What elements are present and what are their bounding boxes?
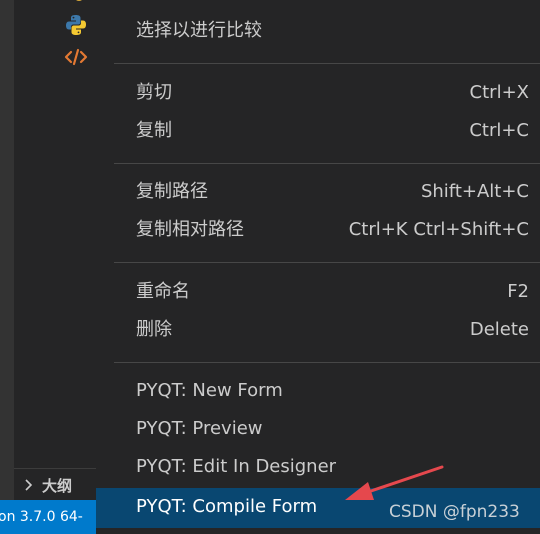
menu-item-label: 选择以进行比较 bbox=[136, 20, 262, 41]
chevron-right-icon bbox=[25, 479, 33, 491]
menu-item-shortcut: Ctrl+X bbox=[469, 82, 529, 103]
vscode-window: 大纲 on 3.7.0 64- 选择以进行比较 剪切 Ctrl+X 复制 Ctr… bbox=[0, 0, 540, 534]
menu-item-shortcut: F2 bbox=[507, 281, 529, 302]
menu-item-copy[interactable]: 复制 Ctrl+C bbox=[96, 112, 540, 150]
menu-item-rename[interactable]: 重命名 F2 bbox=[96, 273, 540, 311]
python-interpreter-status[interactable]: on 3.7.0 64- bbox=[0, 500, 96, 534]
menu-item-label: 剪切 bbox=[136, 82, 172, 103]
menu-item-label: 复制 bbox=[136, 120, 172, 141]
menu-item-delete[interactable]: 删除 Delete bbox=[96, 311, 540, 349]
menu-item-label: PYQT: New Form bbox=[136, 380, 283, 401]
menu-item-label: 重命名 bbox=[136, 281, 190, 302]
menu-separator bbox=[114, 163, 540, 164]
menu-item-shortcut: Delete bbox=[469, 319, 529, 340]
python-file-icon[interactable] bbox=[64, 14, 88, 36]
menu-separator bbox=[114, 63, 540, 64]
menu-item-pyqt-edit-in-designer[interactable]: PYQT: Edit In Designer bbox=[96, 448, 540, 486]
menu-item-label: PYQT: Edit In Designer bbox=[136, 456, 337, 477]
menu-item-pyqt-preview[interactable]: PYQT: Preview bbox=[96, 410, 540, 448]
menu-item-copy-relative-path[interactable]: 复制相对路径 Ctrl+K Ctrl+Shift+C bbox=[96, 211, 540, 249]
menu-item-copy-path[interactable]: 复制路径 Shift+Alt+C bbox=[96, 173, 540, 211]
menu-item-pyqt-new-form[interactable]: PYQT: New Form bbox=[96, 372, 540, 410]
explorer-panel bbox=[14, 0, 96, 534]
menu-item-label: 删除 bbox=[136, 319, 172, 340]
file-icon-partial bbox=[76, 0, 82, 1]
menu-item-label: PYQT: Preview bbox=[136, 418, 263, 439]
menu-item-cut[interactable]: 剪切 Ctrl+X bbox=[96, 74, 540, 112]
watermark-text: CSDN @fpn233 bbox=[389, 502, 520, 522]
menu-item-select-for-compare[interactable]: 选择以进行比较 bbox=[96, 12, 540, 50]
menu-item-shortcut: Shift+Alt+C bbox=[420, 181, 529, 202]
menu-item-label: PYQT: Compile Form bbox=[136, 496, 318, 517]
outline-section-header[interactable]: 大纲 bbox=[14, 468, 96, 501]
menu-separator bbox=[114, 362, 540, 363]
code-file-icon[interactable] bbox=[64, 46, 88, 68]
menu-separator bbox=[114, 262, 540, 263]
context-menu: 选择以进行比较 剪切 Ctrl+X 复制 Ctrl+C 复制路径 Shift+A… bbox=[96, 0, 540, 534]
python-interpreter-label: on 3.7.0 64- bbox=[0, 509, 83, 525]
outline-label: 大纲 bbox=[42, 476, 73, 495]
menu-item-shortcut: Ctrl+K Ctrl+Shift+C bbox=[348, 219, 529, 240]
menu-item-label: 复制路径 bbox=[136, 181, 208, 202]
menu-item-shortcut: Ctrl+C bbox=[469, 120, 529, 141]
activity-bar bbox=[0, 0, 14, 534]
menu-item-label: 复制相对路径 bbox=[136, 219, 244, 240]
